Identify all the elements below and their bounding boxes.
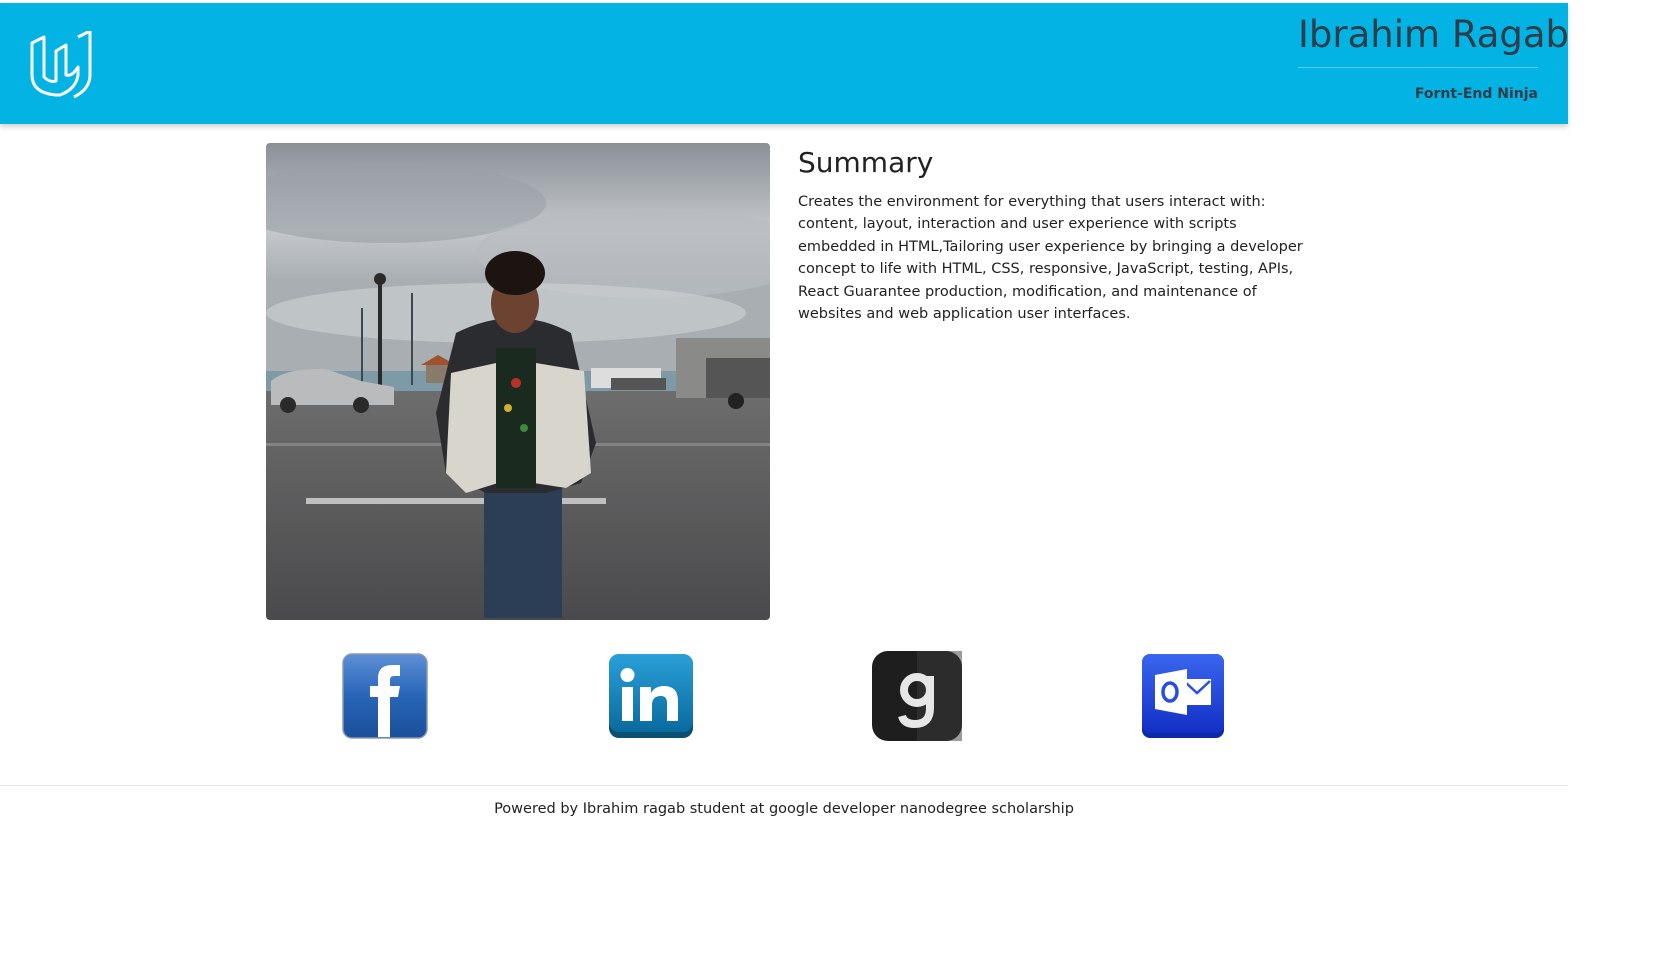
profile-photo [266, 143, 770, 620]
udacity-logo-icon[interactable] [26, 31, 96, 101]
footer-text: Powered by Ibrahim ragab student at goog… [494, 801, 1074, 817]
goodreads-icon [872, 651, 962, 741]
facebook-icon [342, 653, 428, 739]
footer-divider [0, 785, 1568, 786]
site-title: Ibrahim Ragab [1298, 13, 1570, 56]
goodreads-link[interactable] [869, 650, 965, 742]
summary-text: Creates the environment for everything t… [798, 194, 1303, 323]
summary-section: Summary Creates the environment for ever… [798, 143, 1308, 325]
header-title-block: Ibrahim Ragab Fornt-End Ninja [1298, 11, 1570, 102]
linkedin-icon [609, 654, 693, 738]
linkedin-link[interactable] [603, 650, 699, 742]
summary-heading: Summary [798, 146, 934, 179]
outlook-icon [1142, 654, 1224, 738]
header-subtitle: Fornt-End Ninja [1414, 86, 1538, 102]
outlook-link[interactable] [1135, 650, 1231, 742]
facebook-link[interactable] [337, 650, 433, 742]
header-divider [1298, 67, 1538, 68]
site-header: Ibrahim Ragab Fornt-End Ninja [0, 3, 1570, 124]
